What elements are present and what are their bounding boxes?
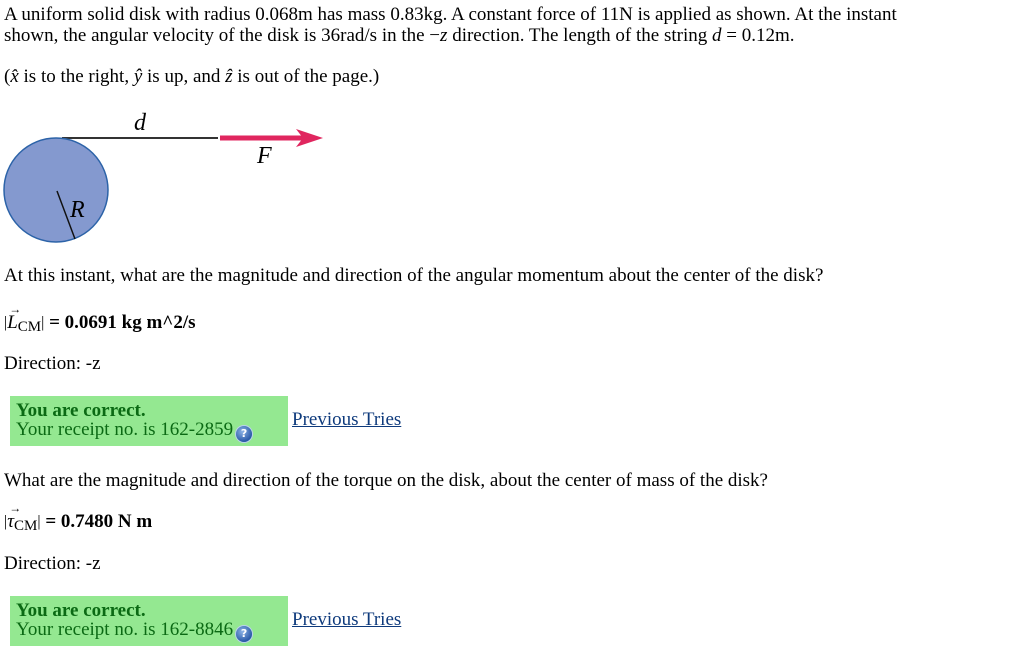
vector-arrow-icon: → <box>9 302 22 316</box>
question-1-answer: | → LCM| = 0.0691 kg m^2/s <box>4 302 196 338</box>
receipt-text: Your receipt no. is 162-2859 <box>16 419 234 440</box>
question-2-answer: | → τCM| = 0.7480 N m <box>4 501 153 537</box>
axes-text: is out of the page.) <box>232 66 380 87</box>
y-hat: ŷ <box>133 66 143 87</box>
subscript: CM <box>14 518 38 534</box>
question-1-feedback: You are correct. Your receipt no. is 162… <box>10 396 288 446</box>
problem-text: shown, the angular velocity of the disk … <box>4 25 441 46</box>
axes-note: (x̂ is to the right, ŷ is up, and ẑ is… <box>4 66 379 87</box>
problem-statement: A uniform solid disk with radius 0.068m … <box>4 4 897 46</box>
question-2-prompt: What are the magnitude and direction of … <box>4 470 768 491</box>
label-R: R <box>69 197 85 223</box>
torque-symbol: → τ <box>7 501 21 532</box>
feedback-receipt: Your receipt no. is 162-2859? <box>16 419 253 442</box>
question-2-direction: Direction: -z <box>4 553 101 574</box>
help-icon[interactable]: ? <box>236 626 253 642</box>
label-F: F <box>256 143 272 169</box>
disk <box>3 137 109 243</box>
problem-line-1: A uniform solid disk with radius 0.068m … <box>4 4 897 25</box>
axes-text: is to the right, <box>18 66 134 87</box>
z-hat: ẑ <box>225 66 233 87</box>
question-1-prompt: At this instant, what are the magnitude … <box>4 265 824 286</box>
question-2-feedback: You are correct. Your receipt no. is 162… <box>10 596 288 646</box>
feedback-title: You are correct. <box>16 400 146 421</box>
receipt-text: Your receipt no. is 162-8846 <box>16 619 234 640</box>
answer-value: = 0.0691 kg m^2/s <box>44 312 196 333</box>
previous-tries-link-2[interactable]: Previous Tries <box>292 609 401 631</box>
answer-value: = 0.7480 N m <box>40 511 153 532</box>
help-icon[interactable]: ? <box>236 426 253 442</box>
vector-arrow-icon: → <box>9 501 22 515</box>
x-hat: x̂ <box>10 66 19 87</box>
feedback-receipt: Your receipt no. is 162-8846? <box>16 619 253 642</box>
axes-text: is up, and <box>142 66 226 87</box>
angular-momentum-symbol: → L <box>7 302 21 333</box>
problem-text: = 0.12m. <box>721 25 795 46</box>
problem-text: direction. The length of the string <box>447 25 712 46</box>
label-d: d <box>134 110 147 136</box>
disk-diagram: d F R <box>3 110 323 243</box>
question-1-direction: Direction: -z <box>4 353 101 374</box>
subscript: CM <box>17 319 42 335</box>
problem-line-2: shown, the angular velocity of the disk … <box>4 25 897 46</box>
previous-tries-link-1[interactable]: Previous Tries <box>292 409 401 431</box>
feedback-title: You are correct. <box>16 600 146 621</box>
